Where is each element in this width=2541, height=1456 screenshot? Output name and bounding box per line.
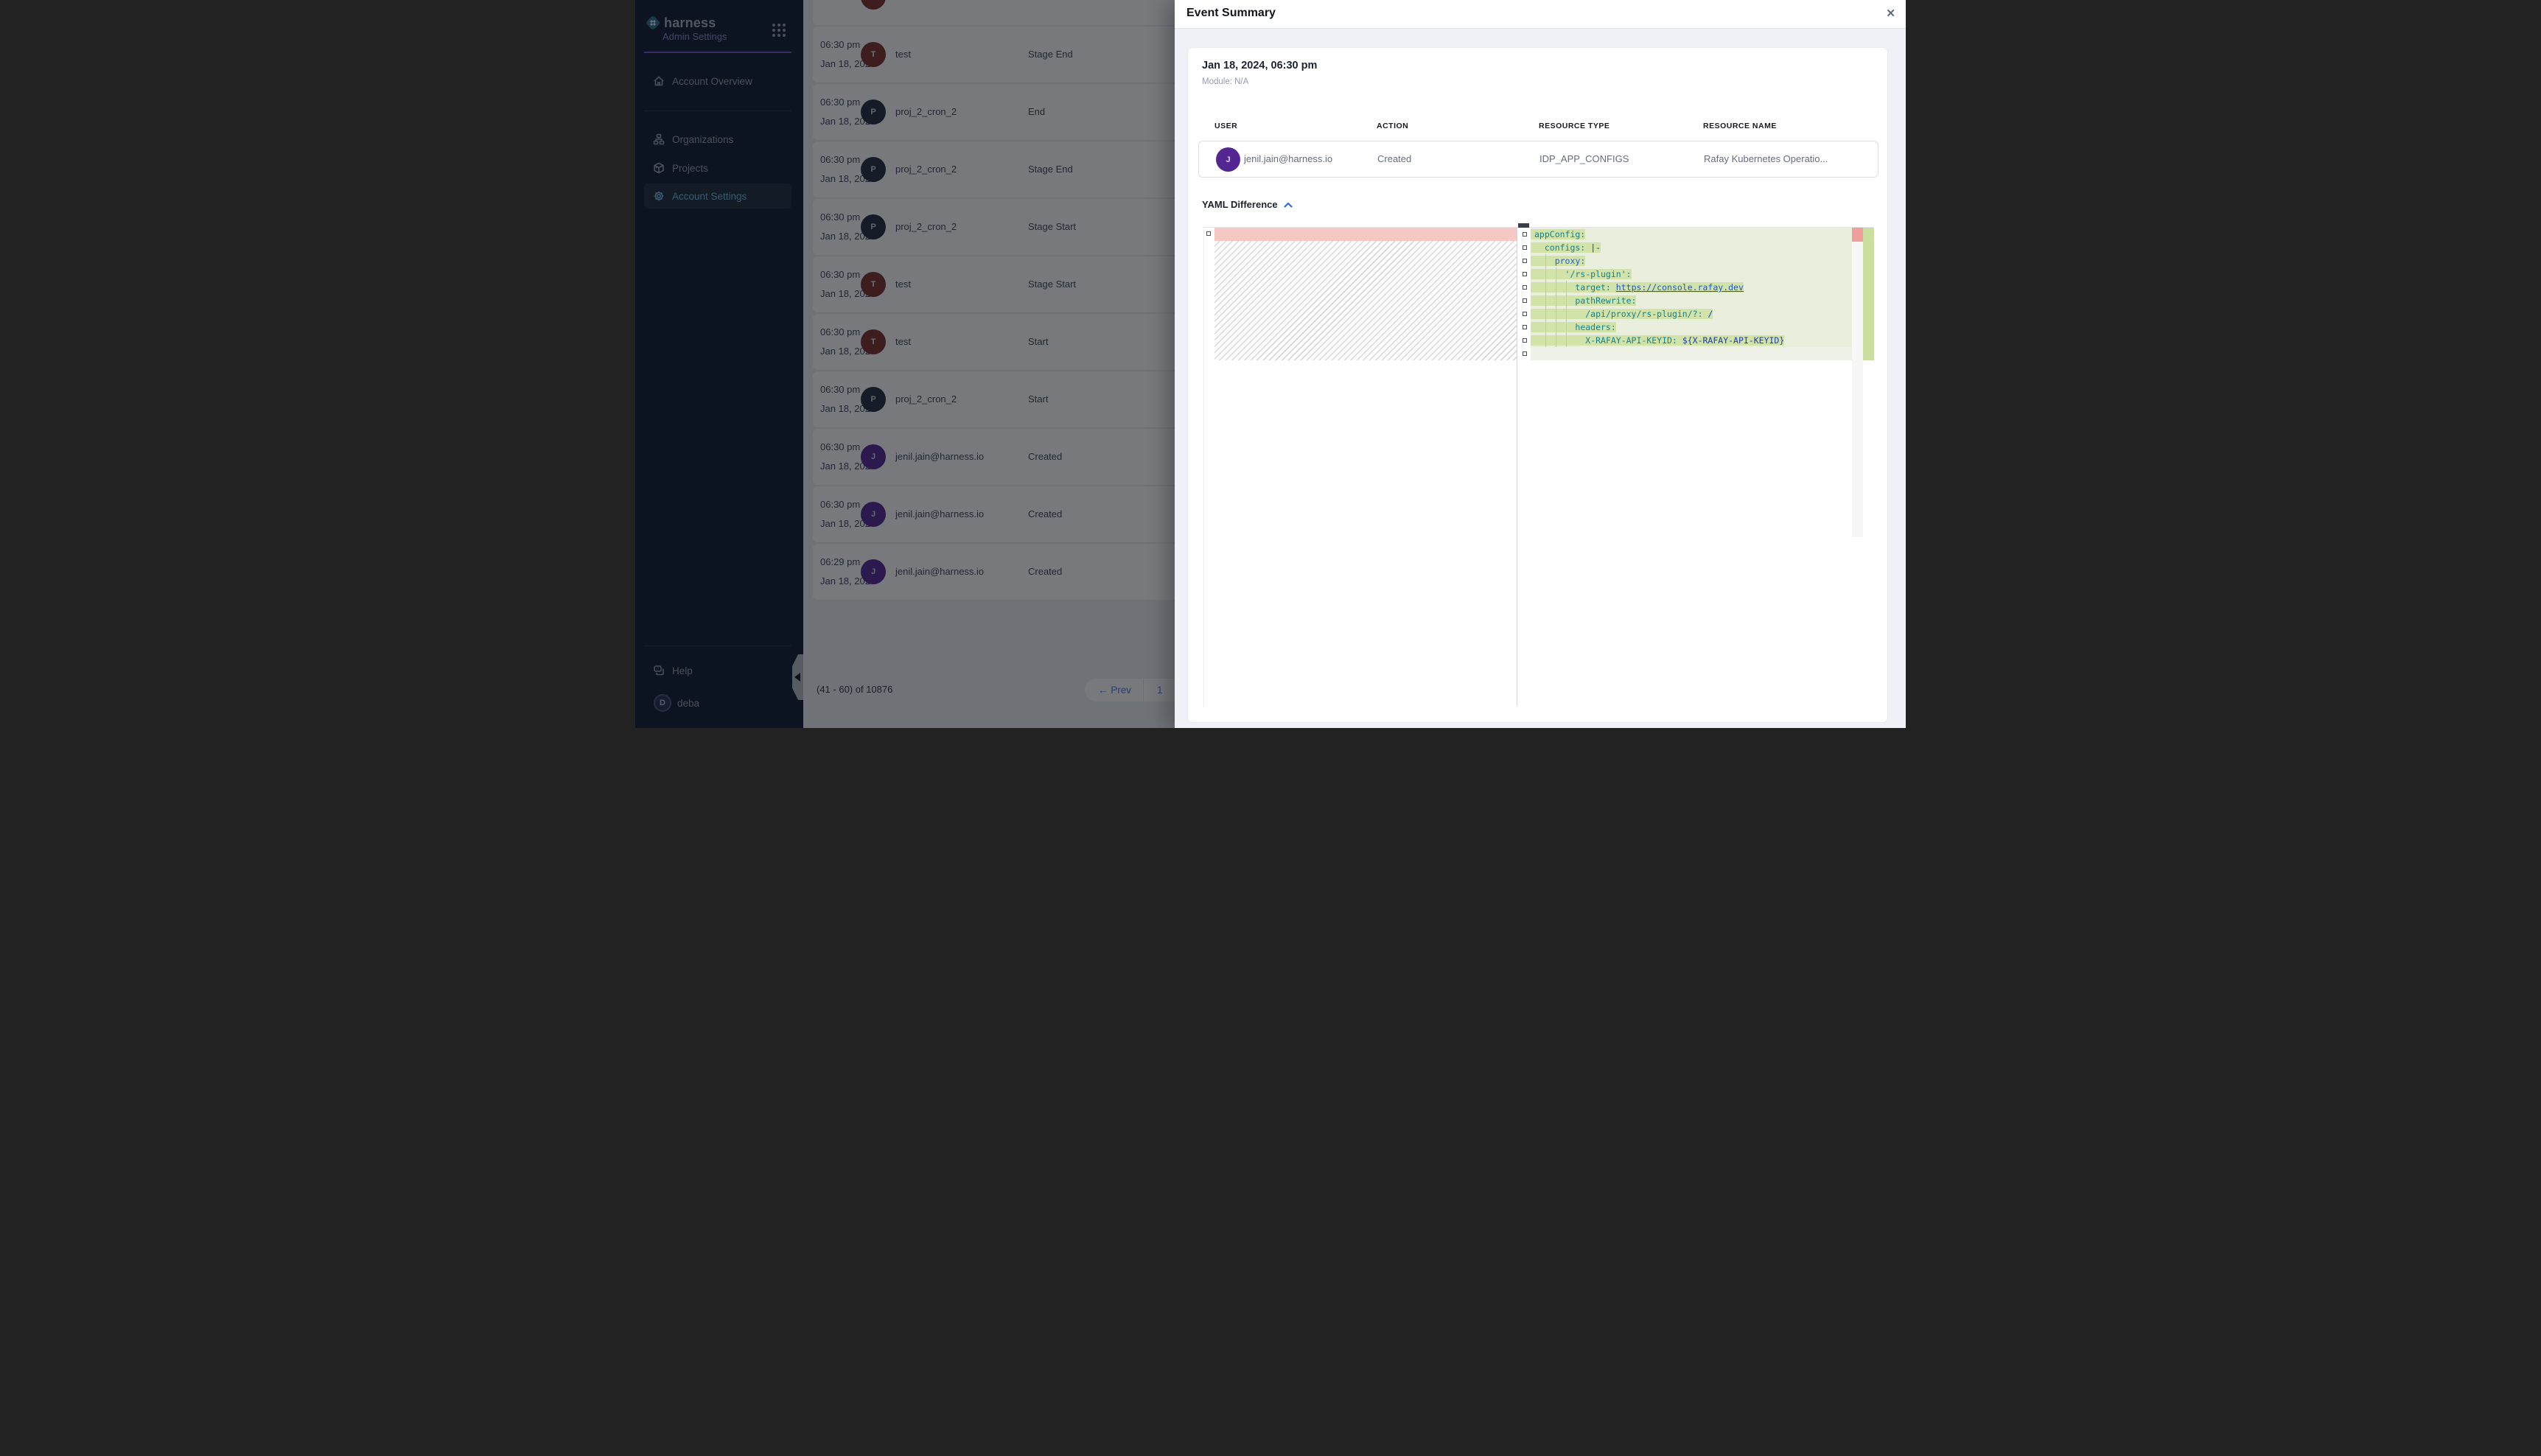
diff-gutter-cell xyxy=(1518,281,1531,294)
col-header-user: USER xyxy=(1214,122,1237,130)
yaml-code-line xyxy=(1531,347,1852,360)
yaml-token xyxy=(1534,309,1585,319)
yaml-token xyxy=(1534,295,1575,306)
diff-right-gutter xyxy=(1518,228,1531,360)
user-avatar: J xyxy=(1216,147,1240,172)
yaml-token xyxy=(1611,282,1616,293)
diff-gutter-marker xyxy=(1523,245,1527,250)
event-summary-drawer: Event Summary ✕ Jan 18, 2024, 06:30 pm M… xyxy=(1175,0,1906,728)
yaml-difference-toggle[interactable]: YAML Difference xyxy=(1202,199,1293,210)
yaml-token xyxy=(1534,282,1575,293)
event-datetime: Jan 18, 2024, 06:30 pm xyxy=(1202,60,1317,71)
yaml-code-line: configs: |- xyxy=(1531,241,1852,254)
diff-empty-hatch-region xyxy=(1214,241,1517,360)
yaml-token: configs: xyxy=(1545,242,1585,253)
yaml-token: pathRewrite: xyxy=(1575,295,1636,306)
yaml-token xyxy=(1534,322,1575,332)
indent-guide xyxy=(1566,281,1567,347)
chevron-up-icon xyxy=(1284,202,1293,208)
diff-gutter-marker xyxy=(1523,232,1527,237)
app-window: harness Admin Settings Account Overview … xyxy=(635,0,1906,728)
yaml-token xyxy=(1534,242,1545,253)
yaml-code-line: proxy: xyxy=(1531,254,1852,267)
indent-guide xyxy=(1545,254,1546,347)
cell-user: jenil.jain@harness.io xyxy=(1244,153,1332,164)
diff-removed-line xyxy=(1214,228,1517,241)
yaml-token: appConfig: xyxy=(1534,229,1585,239)
yaml-token: X-RAFAY-API-KEYID: xyxy=(1585,335,1677,346)
yaml-token xyxy=(1534,256,1555,266)
yaml-token: /api/proxy/rs-plugin/?: xyxy=(1585,309,1702,319)
yaml-token xyxy=(1534,335,1585,346)
yaml-token: / xyxy=(1708,309,1713,319)
diff-gutter-cell xyxy=(1518,294,1531,307)
yaml-token: '/rs-plugin': xyxy=(1565,269,1632,279)
yaml-diff-editor: appConfig: configs: |- proxy: '/rs-plugi… xyxy=(1203,227,1873,706)
yaml-code-area: appConfig: configs: |- proxy: '/rs-plugi… xyxy=(1531,228,1852,360)
diff-left-pane-removed xyxy=(1204,228,1517,706)
modal-backdrop[interactable] xyxy=(635,0,1175,728)
diff-gutter-marker xyxy=(1523,298,1527,303)
diff-gutter-marker xyxy=(1523,259,1527,263)
yaml-token: proxy: xyxy=(1555,256,1586,266)
diff-gutter-marker xyxy=(1523,351,1527,356)
yaml-token xyxy=(1534,269,1565,279)
diff-gutter-marker xyxy=(1206,231,1211,236)
yaml-code-line: X-RAFAY-API-KEYID: ${X-RAFAY-API-KEYID} xyxy=(1531,334,1852,347)
event-module: Module: N/A xyxy=(1202,77,1248,86)
diff-right-pane-added: appConfig: configs: |- proxy: '/rs-plugi… xyxy=(1518,228,1873,706)
yaml-code-line: '/rs-plugin': xyxy=(1531,267,1852,281)
diff-gutter-cell xyxy=(1518,321,1531,334)
yaml-code-line: /api/proxy/rs-plugin/?: / xyxy=(1531,307,1852,321)
diff-gutter-marker xyxy=(1523,312,1527,316)
summary-table-row: J jenil.jain@harness.io Created IDP_APP_… xyxy=(1198,141,1878,178)
diff-gutter-marker xyxy=(1523,272,1527,276)
cell-resource-type: IDP_APP_CONFIGS xyxy=(1539,153,1629,164)
diff-gutter-cell xyxy=(1518,347,1531,360)
yaml-difference-label: YAML Difference xyxy=(1202,199,1278,210)
added-change-ruler xyxy=(1863,228,1874,360)
yaml-token: ${X-RAFAY-API-KEYID} xyxy=(1682,335,1784,346)
diff-gutter-cell xyxy=(1518,307,1531,321)
yaml-token xyxy=(1677,335,1682,346)
diff-gutter-marker xyxy=(1523,338,1527,343)
removed-change-marker xyxy=(1852,228,1863,242)
yaml-code-line: headers: xyxy=(1531,321,1852,334)
yaml-token: headers: xyxy=(1575,322,1615,332)
close-icon[interactable]: ✕ xyxy=(1886,7,1895,21)
yaml-code-line: target: https://console.rafay.dev xyxy=(1531,281,1852,294)
diff-gutter-marker xyxy=(1523,325,1527,329)
cell-resource-name: Rafay Kubernetes Operatio... xyxy=(1704,153,1828,164)
diff-gutter-cell xyxy=(1518,241,1531,254)
drawer-title: Event Summary xyxy=(1186,7,1276,20)
yaml-token: target: xyxy=(1575,282,1610,293)
cell-action: Created xyxy=(1377,153,1411,164)
diff-gutter-cell xyxy=(1518,228,1531,241)
yaml-link[interactable]: https://console.rafay.dev xyxy=(1616,282,1744,293)
col-header-resource-name: RESOURCE NAME xyxy=(1703,122,1777,130)
col-header-action: ACTION xyxy=(1377,122,1408,130)
diff-scrollbar-track[interactable] xyxy=(1852,228,1863,537)
event-card: Jan 18, 2024, 06:30 pm Module: N/A USER … xyxy=(1187,47,1888,723)
diff-gutter-cell xyxy=(1518,334,1531,347)
drawer-header: Event Summary ✕ xyxy=(1175,0,1906,29)
col-header-resource-type: RESOURCE TYPE xyxy=(1539,122,1609,130)
diff-gutter-marker xyxy=(1523,285,1527,290)
yaml-code-line: pathRewrite: xyxy=(1531,294,1852,307)
drawer-body: Jan 18, 2024, 06:30 pm Module: N/A USER … xyxy=(1175,29,1906,728)
diff-gutter-cell xyxy=(1518,267,1531,281)
yaml-code-line: appConfig: xyxy=(1531,228,1852,241)
diff-gutter-cell xyxy=(1518,254,1531,267)
yaml-token: |- xyxy=(1590,242,1601,253)
